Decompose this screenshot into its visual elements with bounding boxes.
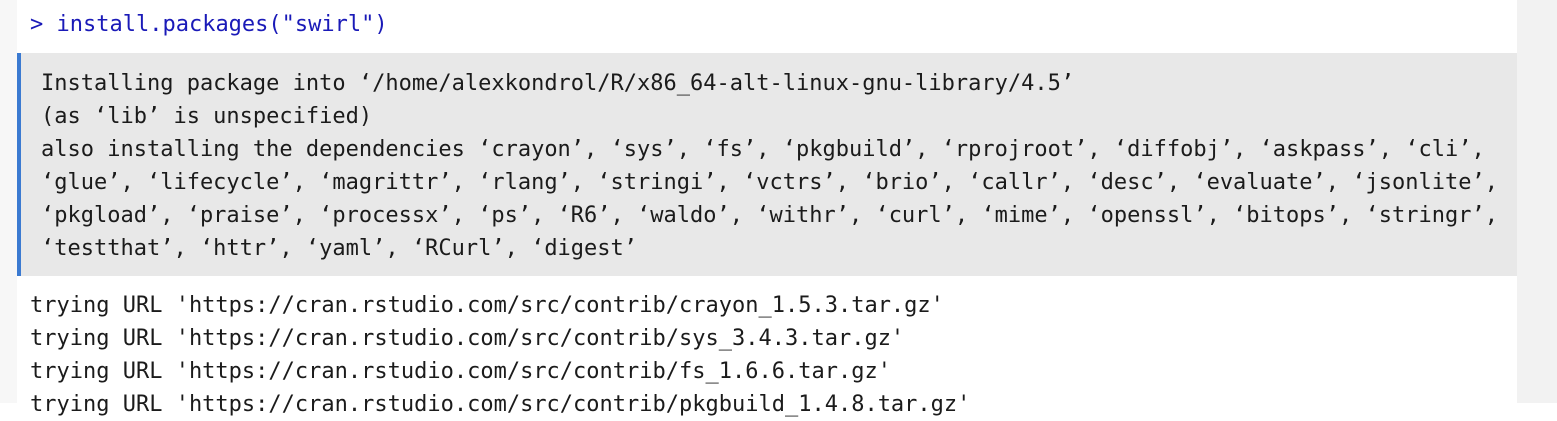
console-command: install.packages("swirl") <box>56 12 388 37</box>
message-line: Installing package into ‘/home/alexkondr… <box>41 71 1075 96</box>
console-input-line: > install.packages("swirl") <box>30 8 388 41</box>
message-line: (as ‘lib’ is unspecified) <box>41 104 373 129</box>
r-console-output[interactable]: > install.packages("swirl") Installing p… <box>17 0 1517 417</box>
message-line: ‘pkgload’, ‘praise’, ‘processx’, ‘ps’, ‘… <box>41 203 1498 228</box>
output-line: trying URL 'https://cran.rstudio.com/src… <box>30 326 905 351</box>
message-line: ‘testthat’, ‘httr’, ‘yaml’, ‘RCurl’, ‘di… <box>41 236 638 261</box>
left-gutter <box>0 0 17 403</box>
scrollbar-track[interactable] <box>1517 0 1557 403</box>
output-block: trying URL 'https://cran.rstudio.com/src… <box>30 289 970 421</box>
console-prompt: > <box>30 12 57 37</box>
output-line: trying URL 'https://cran.rstudio.com/src… <box>30 293 944 318</box>
message-block: Installing package into ‘/home/alexkondr… <box>17 53 1517 276</box>
message-text: Installing package into ‘/home/alexkondr… <box>41 67 1498 265</box>
message-line: ‘glue’, ‘lifecycle’, ‘magrittr’, ‘rlang’… <box>41 170 1498 195</box>
message-line: also installing the dependencies ‘crayon… <box>41 137 1485 162</box>
output-line: trying URL 'https://cran.rstudio.com/src… <box>30 359 891 384</box>
output-line: trying URL 'https://cran.rstudio.com/src… <box>30 392 971 417</box>
